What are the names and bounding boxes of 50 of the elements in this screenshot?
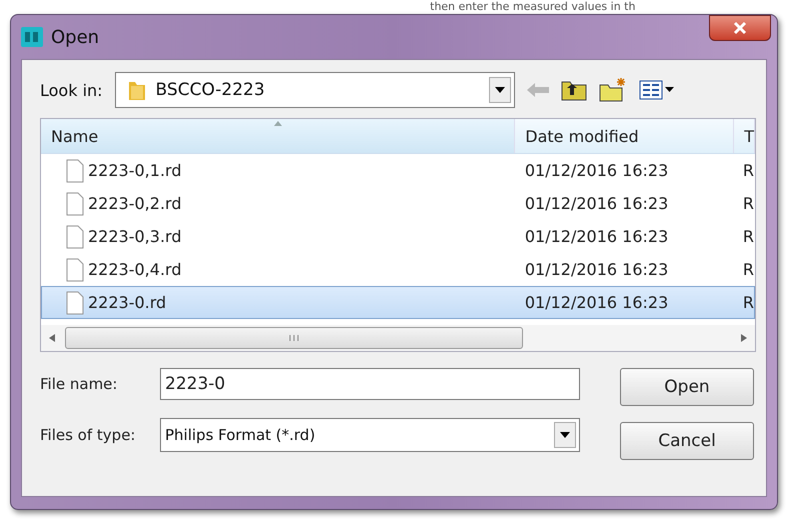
file-icon bbox=[66, 224, 84, 248]
file-icon bbox=[66, 290, 84, 314]
scrollbar-thumb[interactable] bbox=[65, 327, 523, 349]
view-menu-icon[interactable] bbox=[638, 80, 675, 100]
date-cell: 01/12/2016 16:23 bbox=[524, 260, 668, 279]
column-header[interactable]: Date modified bbox=[515, 119, 734, 153]
file-name-cell: 2223-0.rd bbox=[88, 293, 166, 312]
file-row[interactable]: 2223-0,4.rd 01/12/2016 16:23 R bbox=[41, 253, 755, 286]
look-in-dropdown[interactable]: BSCCO-2223 bbox=[114, 72, 515, 108]
close-icon bbox=[733, 21, 747, 35]
file-name-label: File name: bbox=[40, 375, 118, 393]
date-cell: 01/12/2016 16:23 bbox=[524, 194, 668, 213]
table-cell: R bbox=[742, 161, 754, 180]
new-folder-icon[interactable] bbox=[598, 78, 627, 102]
date-cell: 01/12/2016 16:23 bbox=[524, 293, 668, 312]
scroll-right-icon[interactable] bbox=[741, 334, 747, 342]
file-row[interactable]: 2223-0,2.rd 01/12/2016 16:23 R bbox=[41, 187, 755, 220]
table-cell: R bbox=[742, 194, 754, 213]
file-row[interactable]: 2223-0,3.rd 01/12/2016 16:23 R bbox=[41, 220, 755, 253]
file-row[interactable]: 2223-0.rd 01/12/2016 16:23 R bbox=[41, 286, 755, 319]
file-type-dropdown[interactable]: Philips Format (*.rd) bbox=[160, 418, 580, 452]
up-folder-icon[interactable] bbox=[560, 79, 587, 101]
open-button[interactable]: Open bbox=[620, 368, 754, 406]
horizontal-scrollbar[interactable] bbox=[41, 325, 755, 351]
cancel-button[interactable]: Cancel bbox=[620, 422, 754, 460]
app-icon bbox=[21, 27, 43, 47]
table-cell: R bbox=[742, 293, 754, 312]
sort-arrow-icon bbox=[274, 121, 282, 126]
scroll-left-icon[interactable] bbox=[49, 334, 55, 342]
window-title: Open bbox=[51, 26, 100, 48]
table-cell: R bbox=[742, 227, 754, 246]
date-cell: 01/12/2016 16:23 bbox=[524, 161, 668, 180]
file-name-cell: 2223-0,1.rd bbox=[88, 161, 182, 180]
column-header[interactable]: T bbox=[734, 119, 755, 153]
table-cell: R bbox=[742, 260, 754, 279]
file-icon bbox=[66, 192, 84, 216]
file-row[interactable]: 2223-0,1.rd 01/12/2016 16:23 R bbox=[41, 154, 755, 187]
file-icon bbox=[66, 158, 84, 182]
file-icon bbox=[66, 258, 84, 282]
file-name-field[interactable]: 2223-0 bbox=[160, 368, 580, 400]
date-cell: 01/12/2016 16:23 bbox=[524, 227, 668, 246]
background-text: then enter the measured values in th bbox=[430, 0, 636, 13]
column-header[interactable]: Name bbox=[41, 119, 516, 153]
file-name-cell: 2223-0,2.rd bbox=[88, 194, 182, 213]
file-name-cell: 2223-0,4.rd bbox=[88, 260, 182, 279]
file-type-label: Files of type: bbox=[40, 426, 136, 444]
file-name-cell: 2223-0,3.rd bbox=[88, 227, 182, 246]
look-in-label: Look in: bbox=[40, 80, 103, 100]
folder-icon bbox=[128, 79, 146, 101]
close-button[interactable] bbox=[709, 15, 771, 41]
